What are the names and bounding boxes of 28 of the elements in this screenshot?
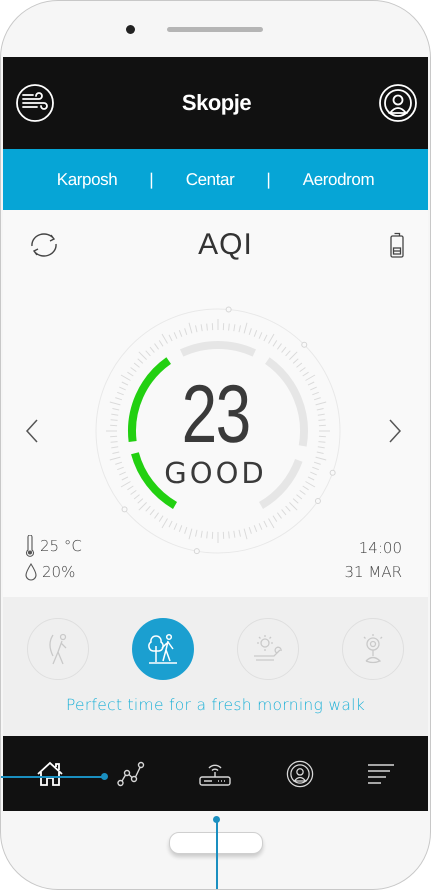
date-text: 31 MAR bbox=[344, 563, 402, 581]
chevron-right-icon[interactable] bbox=[388, 419, 402, 443]
separator: | bbox=[266, 170, 271, 190]
thermometer-icon bbox=[25, 535, 35, 557]
droplet-icon bbox=[25, 563, 37, 581]
separator: | bbox=[149, 170, 154, 190]
leader-dot bbox=[213, 816, 220, 823]
home-icon[interactable] bbox=[36, 760, 64, 786]
home-button[interactable] bbox=[168, 832, 262, 854]
activity-tip: Perfect time for a fresh morning walk bbox=[66, 696, 366, 714]
camera bbox=[126, 24, 135, 34]
broadcast-user-icon[interactable] bbox=[286, 760, 314, 788]
district-tab[interactable]: Karposh bbox=[56, 170, 118, 190]
city-title: Skopje bbox=[182, 90, 252, 116]
battery-icon bbox=[390, 232, 404, 258]
wind-icon[interactable] bbox=[15, 83, 55, 123]
aqi-title: AQI bbox=[198, 228, 253, 262]
humidity-text: 20% bbox=[42, 563, 76, 581]
line-chart-icon[interactable] bbox=[117, 760, 146, 786]
district-tab[interactable]: Aerodrom bbox=[302, 170, 374, 190]
time-text: 14:00 bbox=[358, 539, 402, 557]
temperature-text: 25 °C bbox=[40, 537, 82, 555]
aqi-value: 23 bbox=[181, 378, 250, 452]
aqi-status: GOOD bbox=[164, 456, 267, 490]
district-tab[interactable]: Centar bbox=[186, 170, 234, 190]
chevron-left-icon[interactable] bbox=[25, 419, 39, 443]
tree-walker-icon bbox=[146, 632, 180, 666]
menu-icon[interactable] bbox=[367, 762, 396, 784]
